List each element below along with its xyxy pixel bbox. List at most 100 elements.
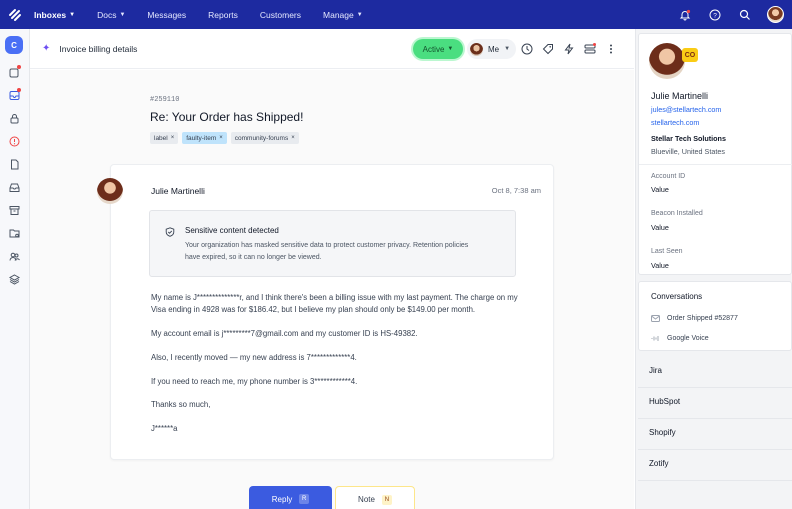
assignee-dropdown[interactable]: Me ▼ [467, 39, 516, 59]
co-badge: CO [682, 48, 698, 62]
alert-text: Your organization has masked sensitive d… [185, 242, 469, 261]
message-paragraph: If you need to reach me, my phone number… [151, 376, 358, 386]
alert-title: Sensitive content detected [185, 226, 279, 235]
user-avatar[interactable] [767, 6, 784, 23]
inbox-icon[interactable] [8, 88, 21, 101]
conversation-pane: #259110 Re: Your Order has Shipped! labe… [30, 70, 634, 509]
mail-icon [651, 314, 660, 323]
reply-label: Reply [271, 494, 293, 504]
close-icon[interactable]: × [171, 135, 175, 141]
tag-icon[interactable] [542, 43, 554, 55]
integration-zotify[interactable]: Zotify [649, 459, 669, 468]
customer-sidebar: CO Julie Martinelli jules@stellartech.co… [635, 29, 792, 509]
left-rail: C [0, 29, 30, 509]
top-nav: Inboxes ▼ Docs ▼ Messages Reports Customer… [0, 0, 792, 29]
conversation-item[interactable]: Order Shipped #52877 [651, 314, 738, 323]
nav-reports-label: Reports [208, 9, 238, 20]
integration-shopify[interactable]: Shopify [649, 428, 676, 437]
people-icon[interactable] [8, 250, 20, 262]
nav-manage[interactable]: Manage ▼ [323, 10, 363, 20]
search-icon[interactable] [737, 7, 753, 23]
message-timestamp: Oct 8, 7:38 am [491, 186, 541, 195]
field-value: Value [651, 261, 669, 270]
status-dropdown[interactable]: Active ▼ [413, 39, 463, 59]
divider [639, 164, 792, 165]
message-paragraph: J******a [151, 424, 178, 434]
customer-website-link[interactable]: stellartech.com [651, 118, 699, 127]
workspace-badge[interactable]: C [5, 36, 23, 54]
tag-label[interactable]: label × [150, 132, 179, 144]
integration-jira[interactable]: Jira [649, 366, 662, 375]
note-label: Note [358, 495, 375, 504]
customer-company: Stellar Tech Solutions [651, 134, 726, 143]
nav-docs-label: Docs [97, 9, 117, 20]
message-body: My name is J**************r, and I think… [151, 292, 521, 447]
svg-text:?: ? [713, 12, 717, 19]
message-paragraph: Thanks so much, [151, 400, 211, 410]
reply-button[interactable]: Reply R [249, 486, 332, 509]
more-icon[interactable] [605, 43, 617, 55]
divider [638, 418, 792, 419]
helpscout-logo-icon[interactable] [0, 0, 30, 29]
assignee-label: Me [488, 44, 500, 54]
chevron-down-icon: ▼ [504, 46, 511, 52]
status-label: Active [422, 44, 445, 54]
divider [638, 449, 792, 450]
integration-hubspot[interactable]: HubSpot [649, 397, 680, 406]
help-icon[interactable]: ? [707, 7, 723, 23]
divider [638, 387, 792, 388]
shortcut-key: R [299, 494, 310, 504]
conversation-title: Invoice billing details [59, 43, 138, 54]
ai-sparkle-icon[interactable]: ✦ [42, 43, 50, 54]
sender-avatar [97, 178, 123, 204]
nav-customers[interactable]: Customers [260, 10, 301, 20]
tray-icon[interactable] [8, 181, 20, 193]
divider [638, 480, 792, 481]
conversations-card: Conversations Order Shipped #52877 Googl… [638, 281, 792, 351]
field-value: Value [651, 223, 669, 232]
bell-icon[interactable] [677, 7, 693, 23]
voice-icon [651, 334, 660, 343]
message-paragraph: My account email is j*********7@gmail.co… [151, 329, 418, 339]
message-card: Julie Martinelli Oct 8, 7:38 am Sensitiv… [97, 164, 554, 460]
layers-icon[interactable] [8, 273, 20, 285]
lightning-icon[interactable] [563, 43, 575, 55]
tag-community-forums[interactable]: community-forums × [230, 132, 299, 144]
customer-email-link[interactable]: jules@stellartech.com [651, 105, 721, 114]
customer-location: Blueville, United States [651, 147, 725, 156]
customer-avatar [649, 43, 685, 79]
lock-icon[interactable] [8, 112, 20, 124]
message-paragraph: My name is J**************r, and I think… [151, 293, 518, 315]
nav-messages[interactable]: Messages [147, 10, 186, 20]
document-icon[interactable] [8, 158, 20, 170]
archive-icon[interactable] [8, 204, 20, 216]
note-button[interactable]: Note N [335, 486, 415, 509]
conversation-label: Order Shipped #52877 [667, 315, 738, 322]
workflow-icon[interactable] [584, 43, 596, 55]
nav-manage-label: Manage [323, 9, 354, 20]
nav-inboxes-label: Inboxes [34, 9, 67, 20]
nav-reports[interactable]: Reports [208, 10, 238, 20]
conversation-item[interactable]: Google Voice [651, 334, 709, 343]
folder-user-icon[interactable] [8, 227, 20, 239]
conversations-title: Conversations [651, 292, 703, 301]
assignee-avatar [470, 42, 483, 56]
ticket-number: #259110 [150, 96, 180, 104]
close-icon[interactable]: × [219, 135, 223, 141]
compose-icon[interactable] [8, 65, 21, 78]
sender-name: Julie Martinelli [151, 186, 205, 196]
nav-docs[interactable]: Docs ▼ [97, 10, 125, 20]
nav-inboxes[interactable]: Inboxes ▼ [34, 10, 75, 20]
tag-faulty-item[interactable]: faulty-item × [182, 132, 227, 144]
field-label: Account ID [651, 173, 686, 180]
tag-text: community-forums [234, 134, 289, 142]
clock-icon[interactable] [521, 43, 533, 55]
alert-icon[interactable] [8, 135, 20, 147]
message-paragraph: Also, I recently moved — my new address … [151, 352, 357, 362]
field-label: Beacon Installed [651, 210, 703, 217]
tag-text: faulty-item [186, 134, 217, 142]
field-value: Value [651, 185, 669, 194]
customer-name: Julie Martinelli [651, 91, 709, 101]
nav-messages-label: Messages [147, 9, 187, 20]
close-icon[interactable]: × [291, 135, 295, 141]
